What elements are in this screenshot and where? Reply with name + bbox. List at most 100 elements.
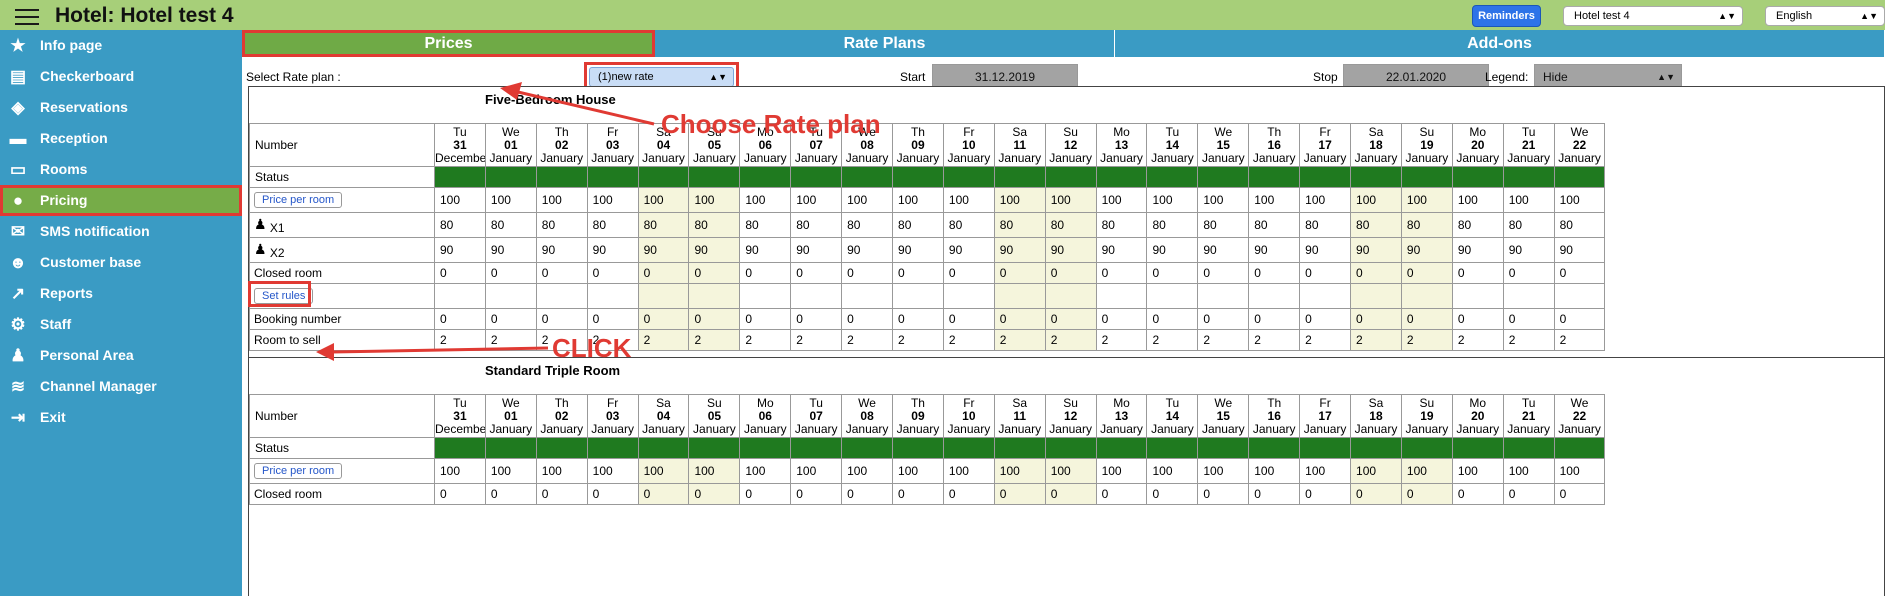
value-cell[interactable]: 2 [1248,329,1301,351]
value-cell[interactable]: 100 [637,187,690,213]
status-cell[interactable] [1095,166,1148,188]
value-cell[interactable] [688,283,741,309]
status-cell[interactable] [586,437,639,459]
value-cell[interactable] [790,283,843,309]
value-cell[interactable]: 100 [688,187,741,213]
value-cell[interactable] [484,283,537,309]
value-cell[interactable]: 80 [892,212,944,238]
value-cell[interactable]: 0 [1095,483,1148,505]
sidebar-item-rooms[interactable]: ▭ Rooms [0,154,242,185]
value-cell[interactable]: 0 [739,483,792,505]
value-cell[interactable]: 0 [688,262,741,284]
value-cell[interactable]: 100 [484,458,537,484]
sidebar-item-sms-notification[interactable]: ✉ SMS notification [0,216,242,247]
value-cell[interactable]: 100 [1197,458,1250,484]
value-cell[interactable]: 100 [790,458,843,484]
value-cell[interactable]: 90 [484,237,537,263]
value-cell[interactable]: 100 [1248,187,1301,213]
value-cell[interactable]: 90 [1502,237,1555,263]
value-cell[interactable] [434,283,486,309]
value-cell[interactable]: 2 [790,329,843,351]
value-cell[interactable]: 90 [892,237,944,263]
value-cell[interactable]: 0 [586,308,639,330]
value-cell[interactable]: 0 [942,483,995,505]
value-cell[interactable]: 80 [1248,212,1301,238]
value-cell[interactable]: 100 [1095,187,1148,213]
status-cell[interactable] [790,166,843,188]
value-cell[interactable]: 100 [586,187,639,213]
value-cell[interactable] [535,283,588,309]
value-cell[interactable]: 0 [1044,308,1097,330]
value-cell[interactable]: 0 [1502,483,1555,505]
value-cell[interactable]: 2 [1095,329,1148,351]
value-cell[interactable]: 100 [1502,187,1555,213]
value-cell[interactable]: 0 [1248,483,1301,505]
value-cell[interactable]: 80 [1502,212,1555,238]
sidebar-item-reservations[interactable]: ◈ Reservations [0,92,242,123]
value-cell[interactable] [1299,283,1352,309]
value-cell[interactable] [1248,283,1301,309]
value-cell[interactable]: 0 [1400,483,1453,505]
value-cell[interactable]: 90 [1299,237,1352,263]
value-cell[interactable] [637,283,690,309]
hotel-select[interactable]: Hotel test 4 ▲▼ [1563,6,1743,26]
value-cell[interactable]: 100 [892,458,944,484]
tab-add-ons[interactable]: Add-ons [1115,30,1885,57]
value-cell[interactable]: 0 [1197,308,1250,330]
value-cell[interactable]: 100 [1095,458,1148,484]
value-cell[interactable]: 0 [688,308,741,330]
value-cell[interactable]: 100 [942,458,995,484]
value-cell[interactable]: 0 [942,308,995,330]
status-cell[interactable] [637,166,690,188]
value-cell[interactable]: 80 [535,212,588,238]
value-cell[interactable]: 0 [993,308,1046,330]
status-cell[interactable] [535,166,588,188]
status-cell[interactable] [1502,437,1555,459]
value-cell[interactable]: 0 [841,262,894,284]
value-cell[interactable] [1502,283,1555,309]
value-cell[interactable]: 80 [1299,212,1352,238]
value-cell[interactable]: 80 [1044,212,1097,238]
value-cell[interactable]: 100 [1248,458,1301,484]
value-cell[interactable]: 2 [1451,329,1504,351]
value-cell[interactable]: 0 [1350,308,1402,330]
value-cell[interactable]: 2 [1299,329,1352,351]
status-cell[interactable] [1553,437,1606,459]
value-cell[interactable]: 0 [790,308,843,330]
value-cell[interactable]: 90 [688,237,741,263]
value-cell[interactable]: 80 [1146,212,1199,238]
status-cell[interactable] [1502,166,1555,188]
value-cell[interactable]: 90 [841,237,894,263]
value-cell[interactable]: 0 [1553,308,1606,330]
value-cell[interactable]: 90 [1197,237,1250,263]
value-cell[interactable] [993,283,1046,309]
value-cell[interactable]: 0 [1502,308,1555,330]
value-cell[interactable]: 0 [1553,262,1606,284]
value-cell[interactable]: 100 [586,458,639,484]
value-cell[interactable]: 0 [637,308,690,330]
value-cell[interactable]: 0 [1299,262,1352,284]
status-cell[interactable] [942,166,995,188]
value-cell[interactable] [1095,283,1148,309]
value-cell[interactable]: 0 [1197,483,1250,505]
value-cell[interactable]: 100 [1350,458,1402,484]
value-cell[interactable]: 100 [841,458,894,484]
value-cell[interactable] [1553,283,1606,309]
value-cell[interactable] [1197,283,1250,309]
status-cell[interactable] [434,437,486,459]
value-cell[interactable]: 100 [1553,458,1606,484]
value-cell[interactable]: 0 [1248,308,1301,330]
sidebar-item-customer-base[interactable]: ☻ Customer base [0,247,242,278]
sidebar-item-checkerboard[interactable]: ▤ Checkerboard [0,61,242,92]
value-cell[interactable]: 2 [1400,329,1453,351]
value-cell[interactable]: 100 [1451,187,1504,213]
value-cell[interactable]: 2 [1197,329,1250,351]
value-cell[interactable]: 0 [1146,308,1199,330]
status-cell[interactable] [739,166,792,188]
value-cell[interactable] [1044,283,1097,309]
value-cell[interactable]: 0 [841,483,894,505]
value-cell[interactable]: 0 [1451,308,1504,330]
value-cell[interactable]: 100 [1350,187,1402,213]
value-cell[interactable]: 0 [1451,262,1504,284]
status-cell[interactable] [1400,166,1453,188]
